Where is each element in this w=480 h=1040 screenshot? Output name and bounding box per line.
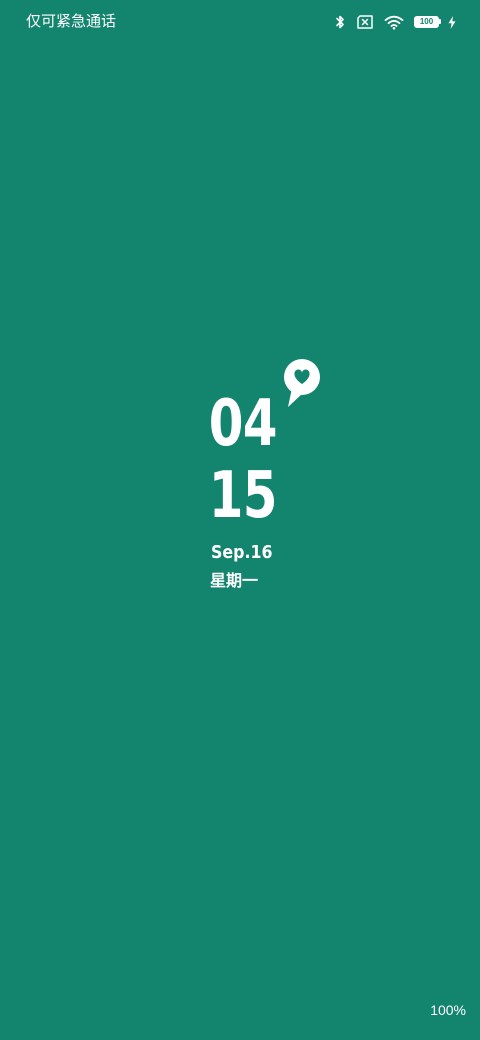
lock-screen-clock: 04 15 Sep.16 星期一 [0,0,480,1040]
date-label: Sep.16 [211,542,273,563]
clock-hour: 04 [208,387,278,461]
heart-speech-bubble-icon[interactable] [282,352,322,410]
zoom-level-indicator: 100% [430,1002,466,1018]
clock-minute: 15 [208,459,278,533]
weekday-label: 星期一 [210,573,259,590]
